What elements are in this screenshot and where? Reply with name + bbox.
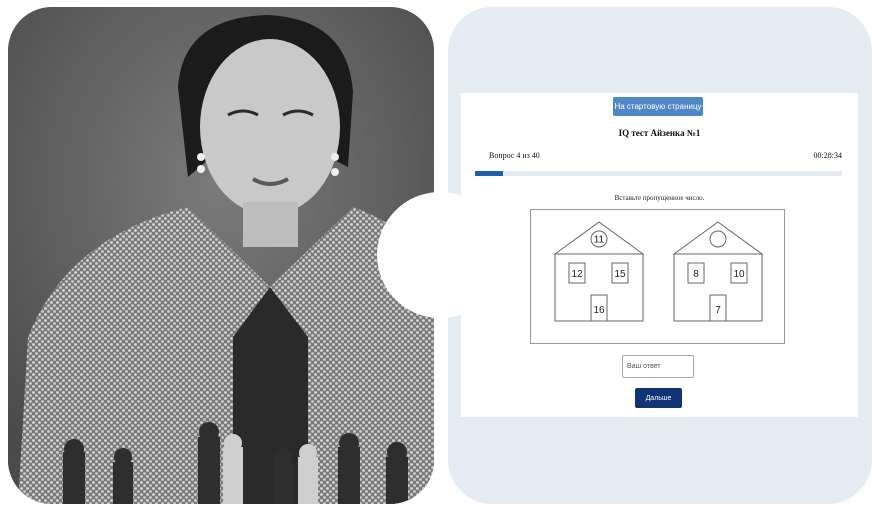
next-button[interactable]: Дальше xyxy=(635,388,682,408)
quiz-title: IQ тест Айзенка №1 xyxy=(618,128,701,138)
question-counter: Вопрос 4 из 40 xyxy=(489,151,540,160)
house-1-window-left-number: 12 xyxy=(571,269,583,280)
quiz-card: На стартовую страницу IQ тест Айзенка №1… xyxy=(461,93,858,417)
house-1: 11 12 15 16 xyxy=(553,221,645,322)
house-2-door-number: 7 xyxy=(715,305,721,316)
houses-puzzle: 11 12 15 16 8 10 7 xyxy=(553,221,764,322)
woman-playing-chess-photo xyxy=(8,7,434,504)
house-2-window-right-number: 10 xyxy=(733,269,745,280)
house-1-door-number: 16 xyxy=(593,305,605,316)
home-page-button[interactable]: На стартовую страницу xyxy=(613,97,703,116)
house-1-window-right-number: 15 xyxy=(614,269,626,280)
puzzle-image: 11 12 15 16 8 10 7 xyxy=(530,209,785,344)
photo-illustration xyxy=(8,7,434,504)
house-2-roof-circle xyxy=(709,230,727,248)
house-2: 8 10 7 xyxy=(672,221,764,322)
progress-bar xyxy=(475,171,842,176)
question-prompt: Вставьте пропущенное число. xyxy=(614,194,705,202)
house-1-roof-number: 11 xyxy=(594,235,605,246)
progress-fill xyxy=(475,171,503,176)
house-2-window-left-number: 8 xyxy=(693,269,699,280)
timer: 00:28:34 xyxy=(813,151,842,160)
answer-input[interactable] xyxy=(622,355,694,378)
